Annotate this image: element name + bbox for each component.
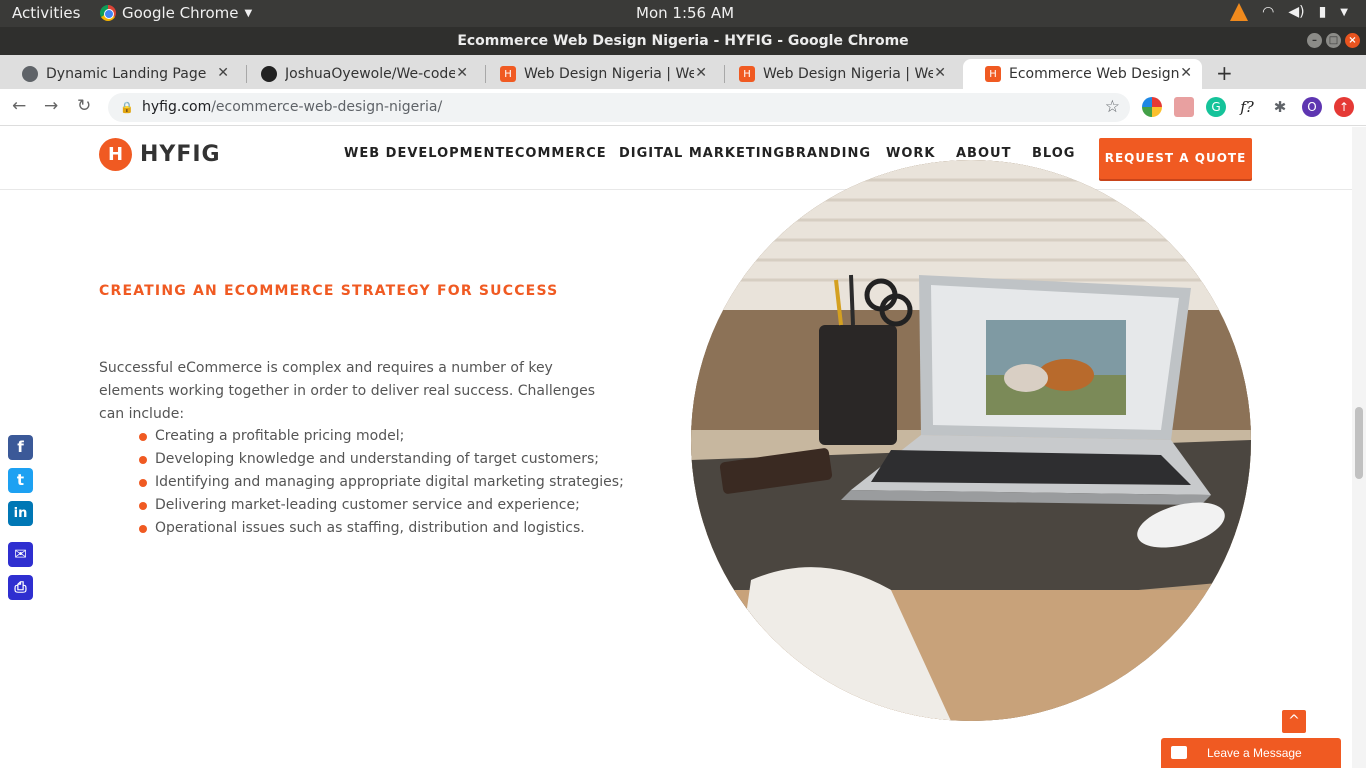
forward-button[interactable]: → <box>44 96 58 116</box>
tab-web-design-nigeria-2[interactable]: H Web Design Nigeria | Web ✕ <box>717 59 956 89</box>
lock-icon[interactable]: 🔒 <box>120 93 134 122</box>
globe-icon <box>22 66 38 82</box>
site-header: H HYFIG WEB DEVELOPMENT ECOMMERCE DIGITA… <box>0 127 1366 190</box>
tab-web-design-nigeria-1[interactable]: H Web Design Nigeria | Web ✕ <box>478 59 717 89</box>
leave-message-label: Leave a Message <box>1207 746 1302 760</box>
laptop-desk-photo <box>691 160 1251 721</box>
leave-message-widget[interactable]: Leave a Message <box>1161 738 1341 768</box>
extensions-puzzle-icon[interactable]: ✱ <box>1270 97 1290 117</box>
volume-icon: ◀) <box>1288 4 1305 20</box>
close-icon[interactable]: ✕ <box>217 65 229 81</box>
nav-digital-marketing[interactable]: DIGITAL MARKETING <box>619 146 785 161</box>
hyfig-icon: H <box>500 66 516 82</box>
request-quote-button[interactable]: REQUEST A QUOTE <box>1099 138 1252 179</box>
maximize-icon[interactable]: □ <box>1326 33 1341 48</box>
window-title: Ecommerce Web Design Nigeria - HYFIG - G… <box>457 33 909 49</box>
list-item: Developing knowledge and understanding o… <box>139 448 624 471</box>
nav-ecommerce[interactable]: ECOMMERCE <box>505 146 607 161</box>
intro-paragraph: Successful eCommerce is complex and requ… <box>99 360 596 422</box>
hyfig-logo[interactable]: H HYFIG <box>99 138 221 171</box>
window-controls: – □ × <box>1307 33 1360 48</box>
hyfig-icon: H <box>985 66 1001 82</box>
github-icon <box>261 66 277 82</box>
tab-ecommerce-web-design[interactable]: H Ecommerce Web Design N ✕ <box>963 59 1202 89</box>
tab-title: Web Design Nigeria | Web <box>763 66 933 82</box>
chevron-down-icon: ▼ <box>244 7 253 19</box>
close-icon[interactable]: ✕ <box>456 65 468 81</box>
browser-toolbar: ← → ↻ 🔒 hyfig.com/ecommerce-web-design-n… <box>0 89 1366 126</box>
url-domain: hyfig.com <box>142 99 212 115</box>
system-tray[interactable]: ◠ ◀) ▮ ▼ <box>1230 3 1348 21</box>
tab-title: Web Design Nigeria | Web <box>524 66 694 82</box>
back-button[interactable]: ← <box>12 96 26 116</box>
reload-button[interactable]: ↻ <box>77 96 91 116</box>
nav-web-development[interactable]: WEB DEVELOPMENT <box>344 146 505 161</box>
scroll-to-top-button[interactable]: ^ <box>1282 710 1306 733</box>
nav-about[interactable]: ABOUT <box>956 146 1011 161</box>
logo-text: HYFIG <box>140 142 221 167</box>
app-name: Google Chrome <box>122 4 239 22</box>
calendar-extension-icon[interactable] <box>1174 97 1194 117</box>
tab-title: JoshuaOyewole/We-code <box>285 66 455 82</box>
color-picker-extension-icon[interactable] <box>1142 97 1162 117</box>
section-heading: CREATING AN ECOMMERCE STRATEGY FOR SUCCE… <box>99 283 559 299</box>
activities-button[interactable]: Activities <box>12 4 80 22</box>
close-icon[interactable]: × <box>1345 33 1360 48</box>
address-bar[interactable]: 🔒 hyfig.com/ecommerce-web-design-nigeria… <box>108 93 1130 122</box>
twitter-share-icon[interactable]: t <box>8 468 33 493</box>
challenges-list: Creating a profitable pricing model; Dev… <box>139 425 624 540</box>
formula-extension-icon[interactable]: f? <box>1237 97 1257 117</box>
close-icon[interactable]: ✕ <box>695 65 707 81</box>
profile-avatar[interactable]: O <box>1302 97 1322 117</box>
system-top-bar: Activities Google Chrome ▼ Mon 1:56 AM ◠… <box>0 0 1366 27</box>
nav-work[interactable]: WORK <box>886 146 935 161</box>
facebook-share-icon[interactable]: f <box>8 435 33 460</box>
wifi-icon: ◠ <box>1262 4 1275 20</box>
nav-branding[interactable]: BRANDING <box>785 146 871 161</box>
list-item: Creating a profitable pricing model; <box>139 425 624 448</box>
url-path: /ecommerce-web-design-nigeria/ <box>211 99 443 115</box>
grammarly-icon[interactable]: G <box>1206 97 1226 117</box>
tab-strip: Dynamic Landing Page ✕ JoshuaOyewole/We-… <box>0 55 1366 89</box>
chevron-down-icon: ▼ <box>1340 6 1348 18</box>
list-item: Delivering market-leading customer servi… <box>139 494 624 517</box>
vlc-icon[interactable] <box>1230 3 1249 21</box>
scrollbar-thumb[interactable] <box>1355 407 1363 479</box>
logo-mark: H <box>99 138 132 171</box>
app-menu[interactable]: Google Chrome ▼ <box>100 4 252 22</box>
tab-dynamic-landing-page[interactable]: Dynamic Landing Page ✕ <box>0 59 239 89</box>
chrome-icon <box>100 5 116 21</box>
window-title-bar: Ecommerce Web Design Nigeria - HYFIG - G… <box>0 27 1366 55</box>
list-item: Operational issues such as staffing, dis… <box>139 517 624 540</box>
list-item: Identifying and managing appropriate dig… <box>139 471 624 494</box>
print-share-icon[interactable]: ⎙ <box>8 575 33 600</box>
close-icon[interactable]: ✕ <box>934 65 946 81</box>
update-icon[interactable]: ↑ <box>1334 97 1354 117</box>
linkedin-share-icon[interactable]: in <box>8 501 33 526</box>
tab-title: Dynamic Landing Page <box>46 66 207 82</box>
page-scrollbar[interactable] <box>1352 127 1366 768</box>
laptop-desk-illustration <box>691 160 1251 721</box>
battery-icon: ▮ <box>1318 4 1327 20</box>
new-tab-button[interactable]: + <box>1216 61 1233 85</box>
email-share-icon[interactable]: ✉ <box>8 542 33 567</box>
close-icon[interactable]: ✕ <box>1180 65 1192 81</box>
bookmark-star-icon[interactable]: ☆ <box>1105 93 1120 122</box>
tab-title: Ecommerce Web Design N <box>1009 66 1179 82</box>
hyfig-icon: H <box>739 66 755 82</box>
nav-blog[interactable]: BLOG <box>1032 146 1075 161</box>
tab-github[interactable]: JoshuaOyewole/We-code ✕ <box>239 59 478 89</box>
envelope-icon <box>1171 746 1187 759</box>
clock[interactable]: Mon 1:56 AM <box>636 4 734 22</box>
minimize-icon[interactable]: – <box>1307 33 1322 48</box>
